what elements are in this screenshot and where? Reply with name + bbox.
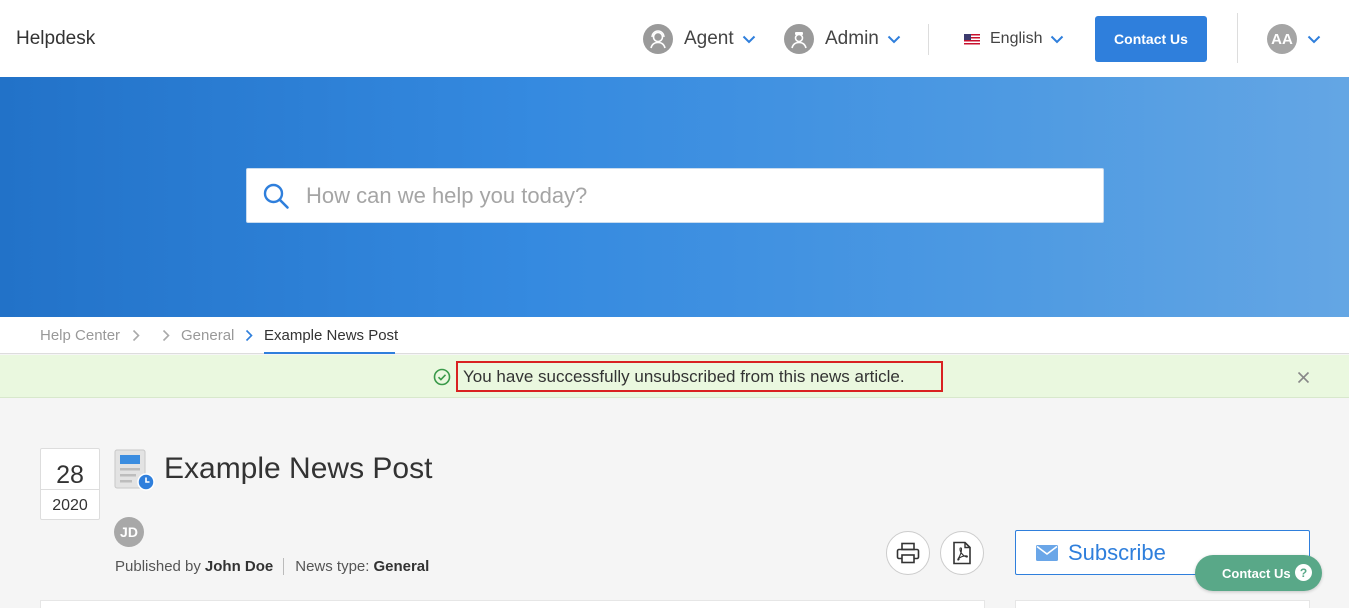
breadcrumb-help-center[interactable]: Help Center (40, 327, 120, 344)
search-icon (263, 183, 289, 209)
subscribe-label: Subscribe (1068, 539, 1166, 565)
date-divider (41, 489, 99, 490)
search-input[interactable] (306, 182, 1066, 209)
news-type-label: News type: (295, 558, 370, 575)
meta-divider (283, 558, 285, 575)
agent-menu[interactable]: Agent (643, 24, 756, 54)
check-circle-icon (433, 368, 451, 386)
breadcrumb-current: Example News Post (264, 327, 399, 344)
alert-message: You have successfully unsubscribed from … (456, 361, 943, 392)
page-title: Example News Post (164, 452, 433, 485)
chevron-right-icon (162, 329, 170, 342)
chevron-down-icon (1307, 35, 1321, 43)
published-by-label: Published by (115, 558, 201, 575)
article-meta: Published by John Doe News type: General (115, 558, 429, 575)
envelope-icon (1036, 544, 1058, 561)
chevron-right-icon (245, 329, 253, 342)
contact-us-button[interactable]: Contact Us (1095, 16, 1207, 62)
print-button[interactable] (886, 531, 930, 575)
date-year: 2020 (52, 497, 88, 514)
pdf-icon (953, 541, 971, 565)
news-type-value: General (373, 558, 430, 575)
date-day: 28 (56, 461, 84, 489)
agent-menu-label: Agent (684, 28, 734, 49)
top-header: Helpdesk Agent Admin English Contact Us … (0, 0, 1349, 77)
hero-banner (0, 77, 1349, 317)
language-label: English (990, 30, 1043, 47)
chevron-right-icon (132, 329, 140, 342)
date-badge: 28 2020 (40, 448, 100, 520)
breadcrumb-general[interactable]: General (181, 327, 234, 344)
author-avatar: JD (114, 517, 144, 547)
help-icon: ? (1295, 564, 1312, 581)
admin-menu-label: Admin (825, 28, 879, 49)
article-content-panel (40, 600, 985, 608)
floating-contact-button[interactable]: Contact Us ? (1195, 555, 1322, 591)
header-divider (928, 24, 929, 55)
printer-icon (896, 542, 920, 564)
floating-contact-label: Contact Us (1222, 565, 1291, 581)
chevron-down-icon (1051, 35, 1064, 43)
header-divider (1237, 13, 1238, 63)
search-box[interactable] (246, 168, 1104, 223)
admin-user-icon (784, 24, 814, 54)
chevron-down-icon (887, 35, 901, 43)
language-selector[interactable]: English (964, 24, 1064, 54)
admin-menu[interactable]: Admin (784, 24, 901, 54)
chevron-down-icon (742, 35, 755, 43)
news-article-icon (114, 449, 155, 491)
us-flag-icon (964, 33, 980, 45)
author-name: John Doe (204, 558, 274, 575)
headset-user-icon (643, 24, 673, 54)
breadcrumb-active-underline (264, 352, 395, 354)
avatar: AA (1267, 24, 1297, 54)
close-icon[interactable] (1297, 371, 1310, 384)
user-menu[interactable]: AA (1267, 24, 1321, 54)
sidebar-panel (1015, 600, 1310, 608)
brand-logo[interactable]: Helpdesk (16, 28, 95, 50)
breadcrumb: Help Center General Example News Post (0, 317, 1349, 354)
success-alert: You have successfully unsubscribed from … (0, 355, 1349, 398)
pdf-button[interactable] (940, 531, 984, 575)
